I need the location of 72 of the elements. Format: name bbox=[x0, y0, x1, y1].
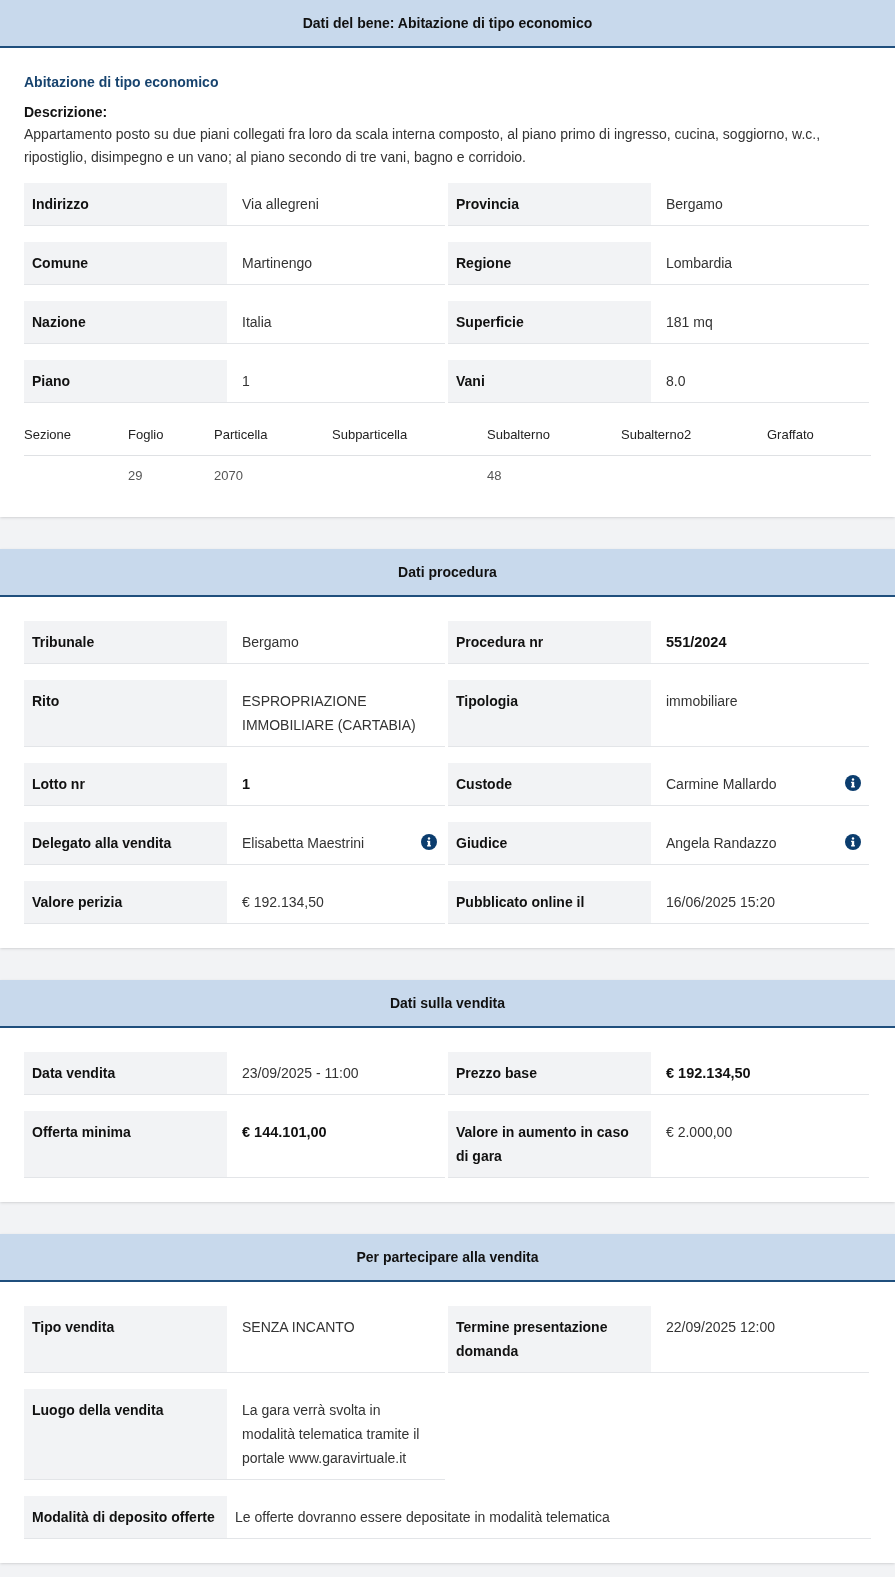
table-cell: 29 bbox=[128, 467, 143, 483]
field-label: Luogo della vendita bbox=[24, 1389, 227, 1479]
field-label: Vani bbox=[448, 360, 651, 402]
field-value: immobiliare bbox=[666, 692, 738, 711]
description-label: Descrizione: bbox=[24, 103, 109, 122]
field-value: Lombardia bbox=[666, 254, 733, 273]
field-label: Rito bbox=[24, 680, 227, 746]
field-label: Piano bbox=[24, 360, 227, 402]
field-label: Lotto nr bbox=[24, 763, 227, 805]
field-value: Martinengo bbox=[242, 254, 313, 273]
item-title: Abitazione di tipo economico bbox=[24, 73, 220, 92]
field-label: Data vendita bbox=[24, 1052, 227, 1094]
column-header: Subparticella bbox=[332, 427, 408, 442]
field-label: Tipologia bbox=[448, 680, 651, 746]
field-label: Prezzo base bbox=[448, 1052, 651, 1094]
field-label: Offerta minima bbox=[24, 1111, 227, 1177]
field-label: Valore in aumento in caso di gara bbox=[448, 1111, 651, 1177]
field-label: Pubblicato online il bbox=[448, 881, 651, 923]
field-value: Elisabetta Maestrini bbox=[242, 834, 365, 853]
field-label: Superficie bbox=[448, 301, 651, 343]
field-value: 551/2024 bbox=[666, 633, 727, 652]
field-value: 22/09/2025 12:00 bbox=[666, 1318, 775, 1337]
field-label: Termine presentazione domanda bbox=[448, 1306, 651, 1372]
field-label: Provincia bbox=[448, 183, 651, 225]
field-value: 1 bbox=[242, 775, 251, 794]
description-text: Appartamento posto su due piani collegati fra loro da scala interna composto, al piano primo di ingresso, cucina, soggiorno, w.c., ripostiglio, disimpegno e un vano; al piano secondo di tre vani, bagno e corridoio. bbox=[24, 125, 822, 167]
field-value: Bergamo bbox=[242, 633, 299, 652]
field-value: 8.0 bbox=[666, 372, 686, 391]
section-title: Dati sulla vendita bbox=[389, 993, 506, 1013]
info-icon[interactable] bbox=[421, 834, 437, 850]
section-title: Dati procedura bbox=[398, 562, 497, 582]
column-header: Subalterno bbox=[487, 427, 550, 442]
field-label: Custode bbox=[448, 763, 651, 805]
field-value: 16/06/2025 15:20 bbox=[666, 893, 775, 912]
field-label: Valore perizia bbox=[24, 881, 227, 923]
column-header: Subalterno2 bbox=[621, 427, 692, 442]
table-cell: 48 bbox=[487, 467, 502, 483]
column-header: Particella bbox=[214, 427, 268, 442]
field-value: SENZA INCANTO bbox=[242, 1318, 355, 1337]
field-value: 1 bbox=[242, 372, 250, 391]
field-label: Modalità di deposito offerte bbox=[24, 1496, 227, 1538]
field-label: Indirizzo bbox=[24, 183, 227, 225]
field-value: 23/09/2025 - 11:00 bbox=[242, 1064, 359, 1083]
field-label: Tribunale bbox=[24, 621, 227, 663]
field-value: Carmine Mallardo bbox=[666, 775, 777, 794]
field-value: € 144.101,00 bbox=[242, 1123, 327, 1142]
info-icon[interactable] bbox=[845, 775, 861, 791]
field-value: € 192.134,50 bbox=[666, 1064, 751, 1083]
field-label: Regione bbox=[448, 242, 651, 284]
field-value: Bergamo bbox=[666, 195, 723, 214]
field-label: Comune bbox=[24, 242, 227, 284]
field-label: Nazione bbox=[24, 301, 227, 343]
column-header: Foglio bbox=[128, 427, 164, 442]
field-value: Italia bbox=[242, 313, 272, 332]
field-label: Procedura nr bbox=[448, 621, 651, 663]
field-value: Le offerte dovranno essere depositate in modalità telematica bbox=[235, 1507, 610, 1527]
section-title: Dati del bene: Abitazione di tipo economico bbox=[302, 13, 593, 33]
field-value: € 192.134,50 bbox=[242, 893, 324, 912]
table-cell: 2070 bbox=[214, 467, 243, 483]
field-value: Via allegreni bbox=[242, 195, 319, 214]
field-value: Angela Randazzo bbox=[666, 834, 777, 853]
field-value: La gara verrà svolta in modalità telematica tramite il portale www.garavirtuale.it bbox=[242, 1401, 421, 1468]
section-title: Per partecipare alla vendita bbox=[356, 1247, 539, 1267]
field-label: Tipo vendita bbox=[24, 1306, 227, 1372]
field-label: Giudice bbox=[448, 822, 651, 864]
field-value: € 2.000,00 bbox=[666, 1123, 733, 1142]
field-value: 181 mq bbox=[666, 313, 713, 332]
column-header: Sezione bbox=[24, 427, 71, 442]
field-label: Delegato alla vendita bbox=[24, 822, 227, 864]
column-header: Graffato bbox=[767, 427, 814, 442]
field-value: ESPROPRIAZIONE IMMOBILIARE (CARTABIA) bbox=[242, 692, 417, 735]
info-icon[interactable] bbox=[845, 834, 861, 850]
